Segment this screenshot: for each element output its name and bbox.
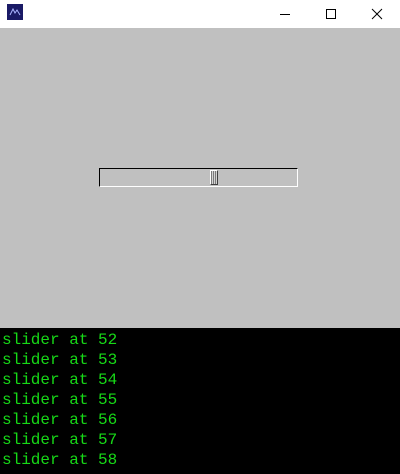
client-area: [0, 28, 400, 328]
console-line: slider at 58: [2, 451, 118, 469]
app-icon[interactable]: [7, 4, 23, 20]
maximize-icon: [326, 9, 336, 19]
console-line: slider at 53: [2, 351, 118, 369]
console-line: slider at 52: [2, 331, 118, 349]
maximize-button[interactable]: [308, 0, 354, 28]
horizontal-slider[interactable]: [99, 168, 298, 187]
close-button[interactable]: [354, 0, 400, 28]
minimize-button[interactable]: [262, 0, 308, 28]
console-line: slider at 57: [2, 431, 118, 449]
console-line: slider at 55: [2, 391, 118, 409]
console-line: slider at 54: [2, 371, 118, 389]
console-output: slider at 52 slider at 53 slider at 54 slid…: [0, 328, 400, 474]
title-bar[interactable]: [0, 0, 400, 28]
close-icon: [371, 8, 383, 20]
minimize-icon: [280, 14, 290, 15]
slider-thumb[interactable]: [210, 170, 218, 185]
console-line: slider at 56: [2, 411, 118, 429]
